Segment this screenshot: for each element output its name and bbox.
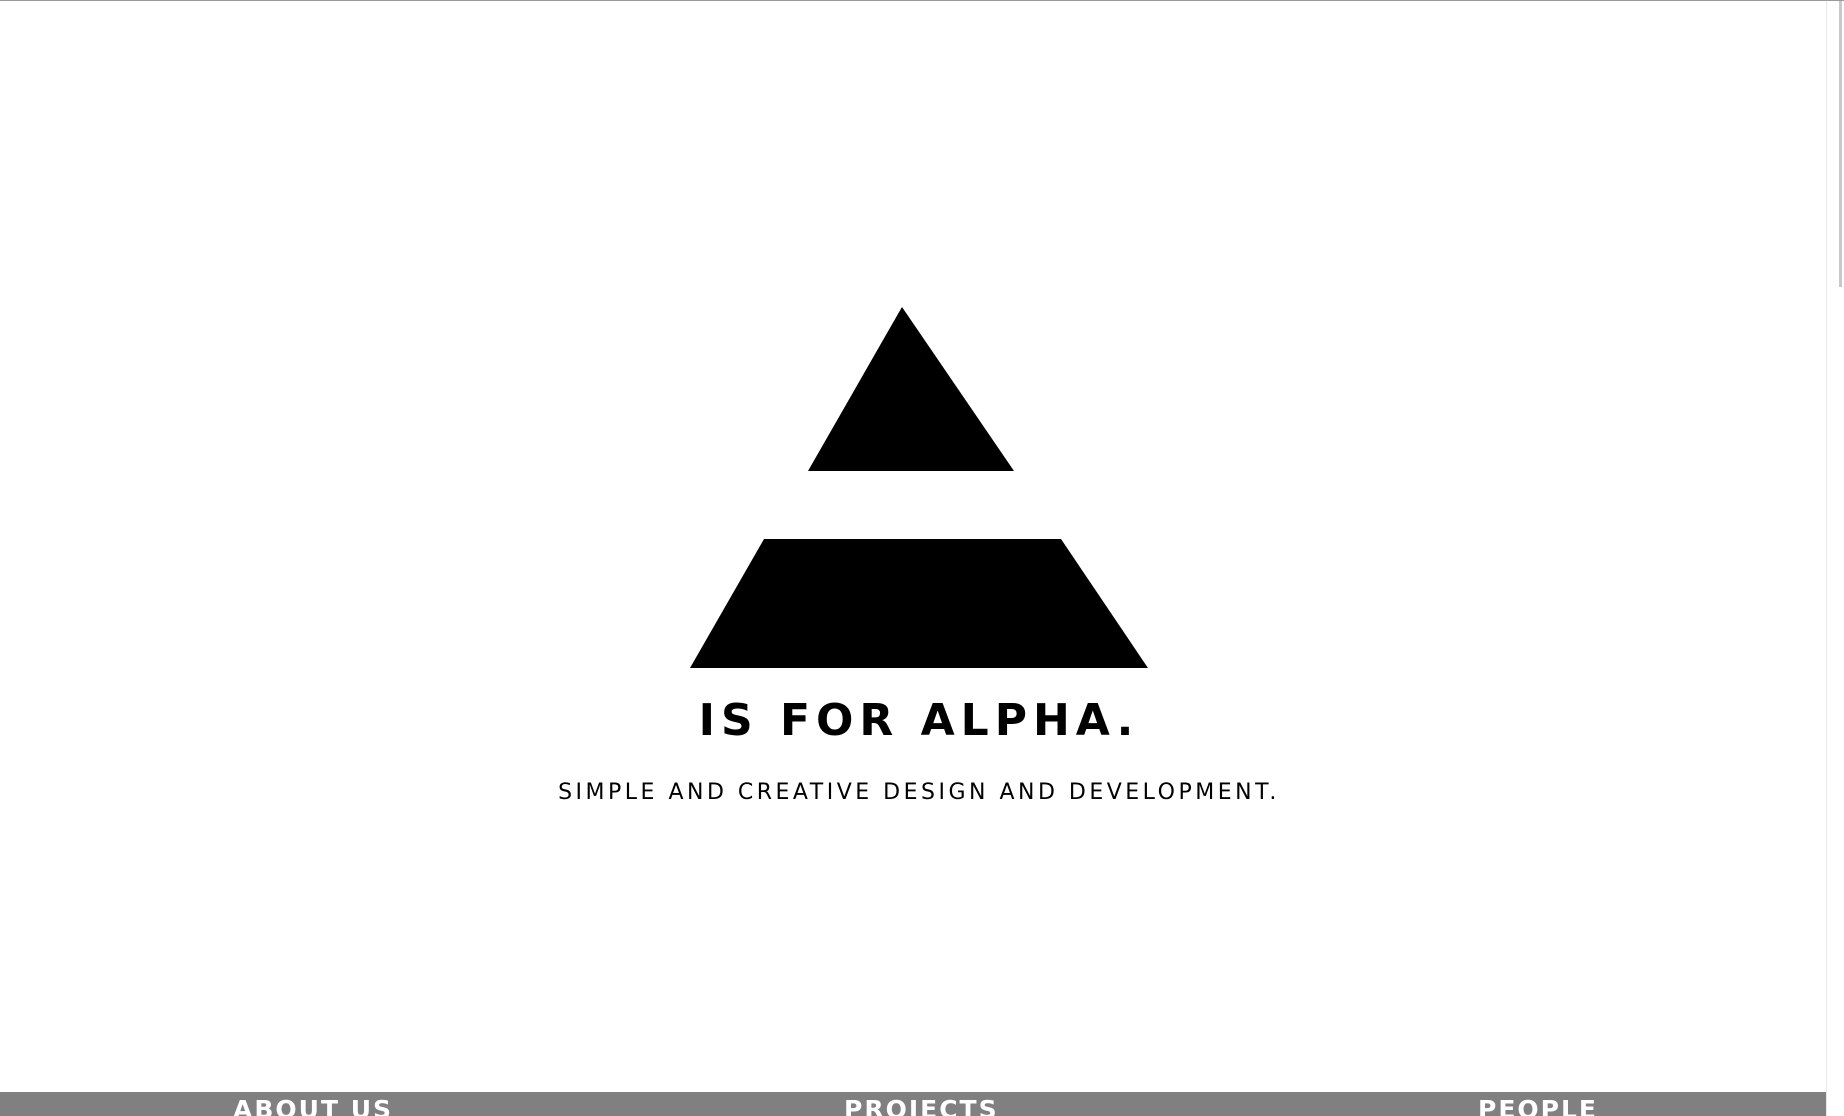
nav-item-people[interactable]: PEOPLE	[1478, 1095, 1598, 1116]
bottom-nav-bar: ABOUT US PROJECTS PEOPLE	[0, 1092, 1826, 1116]
page-tagline: SIMPLE AND CREATIVE DESIGN AND DEVELOPME…	[558, 780, 1280, 805]
nav-item-about-us[interactable]: ABOUT US	[233, 1095, 393, 1116]
nav-item-projects[interactable]: PROJECTS	[844, 1095, 999, 1116]
pyramid-top-triangle	[808, 307, 1014, 471]
alpha-pyramid-icon	[690, 307, 1148, 668]
scrollbar-thumb[interactable]	[1839, 1, 1842, 287]
page-headline: IS FOR ALPHA.	[698, 695, 1140, 746]
main-content: IS FOR ALPHA. SIMPLE AND CREATIVE DESIGN…	[0, 1, 1826, 1116]
vertical-scrollbar[interactable]	[1826, 1, 1844, 1116]
pyramid-base-trapezoid	[690, 539, 1148, 668]
page: IS FOR ALPHA. SIMPLE AND CREATIVE DESIGN…	[0, 0, 1844, 1116]
